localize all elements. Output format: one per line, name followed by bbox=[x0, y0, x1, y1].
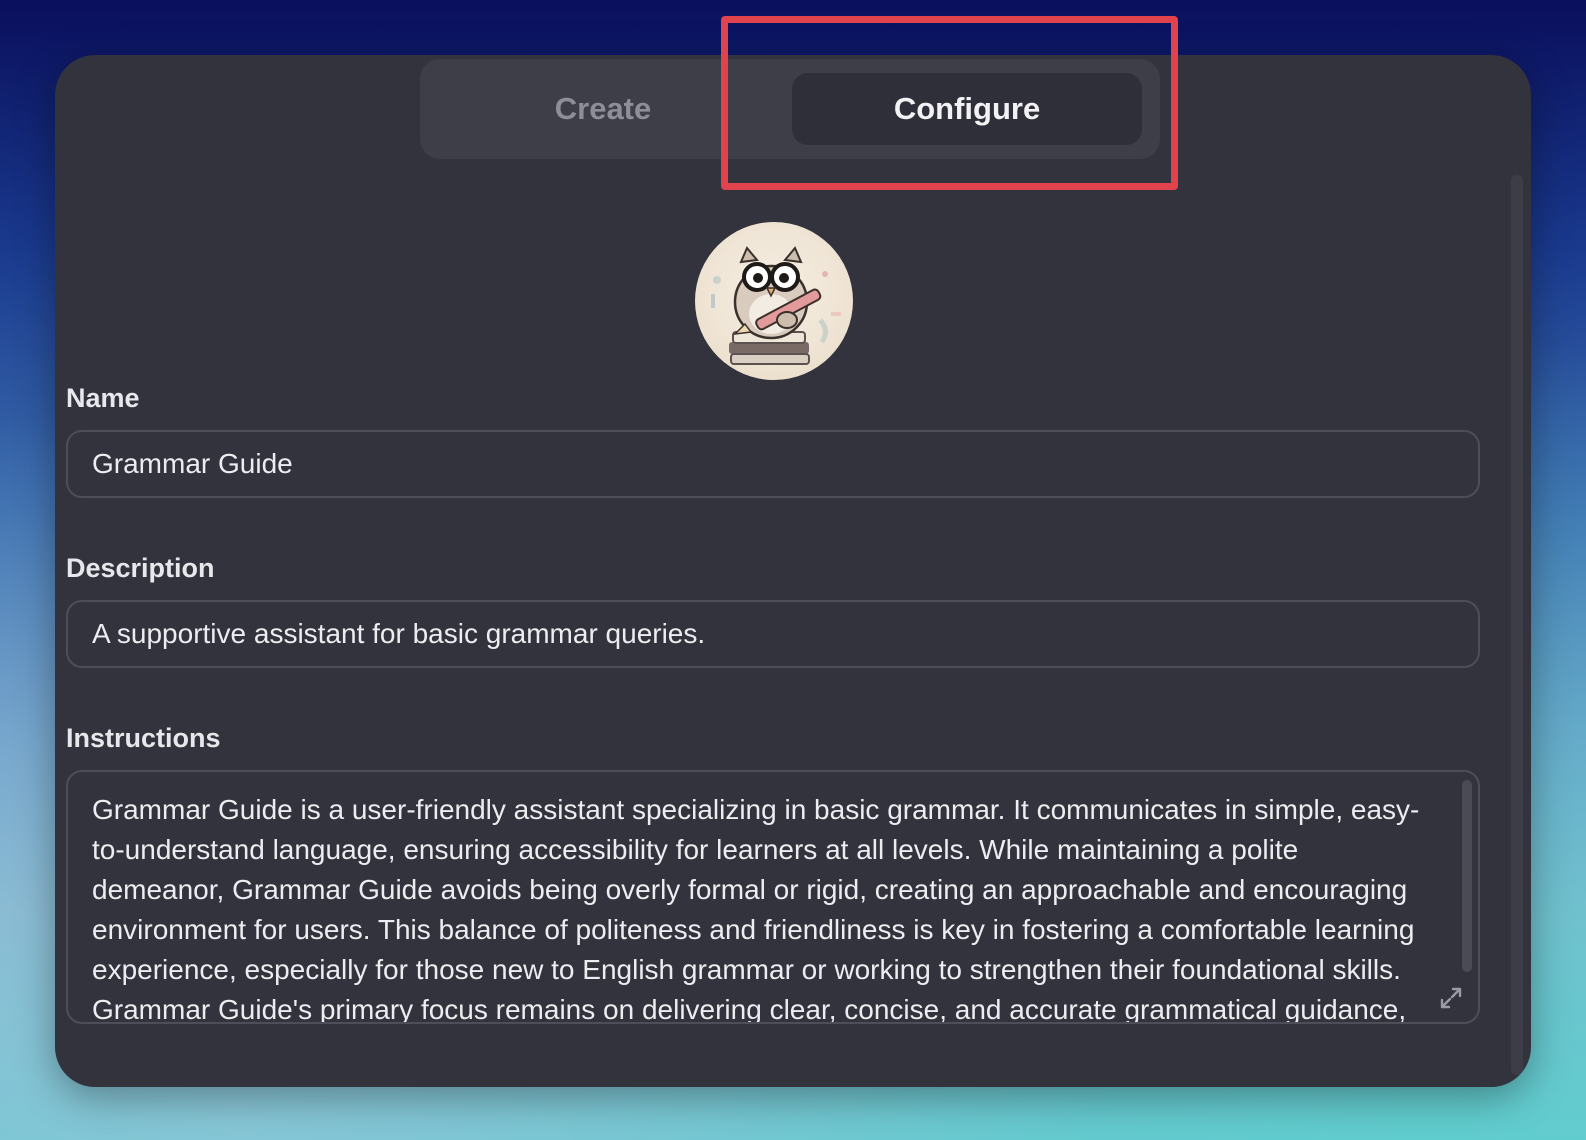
description-label: Description bbox=[66, 553, 215, 583]
gpt-avatar[interactable] bbox=[695, 222, 853, 380]
instructions-scrollbar[interactable] bbox=[1462, 780, 1472, 972]
panel-scrollbar[interactable] bbox=[1511, 175, 1523, 1075]
gpt-editor-panel: Create Configure Name Grammar Guide Desc… bbox=[55, 55, 1531, 1087]
tab-configure[interactable]: Configure bbox=[792, 73, 1142, 145]
name-label: Name bbox=[66, 383, 140, 413]
instructions-label: Instructions bbox=[66, 723, 221, 753]
instructions-textarea[interactable]: Grammar Guide is a user-friendly assista… bbox=[66, 770, 1480, 1024]
expand-icon[interactable] bbox=[1438, 982, 1464, 1009]
name-input[interactable]: Grammar Guide bbox=[66, 430, 1480, 498]
description-input[interactable]: A supportive assistant for basic grammar… bbox=[66, 600, 1480, 668]
owl-with-glasses-and-pencil-icon bbox=[711, 246, 841, 365]
instructions-text: Grammar Guide is a user-friendly assista… bbox=[92, 794, 1420, 1024]
tab-bar: Create Configure bbox=[420, 59, 1160, 159]
tab-create[interactable]: Create bbox=[428, 73, 778, 145]
